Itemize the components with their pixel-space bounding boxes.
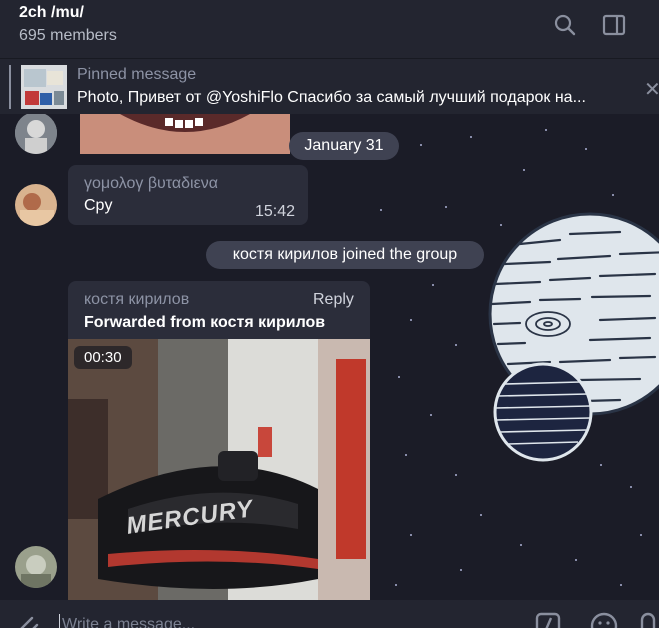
message-input[interactable] [60,614,464,628]
sidebar-toggle-icon[interactable] [601,12,627,38]
date-separator: January 31 [289,132,399,160]
pinned-message-bar[interactable]: Pinned message Photo, Привет от @YoshiFl… [0,58,659,114]
forwarded-label[interactable]: Forwarded from костя кирилов [84,314,325,332]
video-duration: 00:30 [74,346,132,369]
avatar[interactable] [15,184,57,226]
commands-icon[interactable] [535,612,563,628]
pinned-indicator [9,65,11,109]
chat-area[interactable]: January 31 γομολογ βυταδιενα Cpy 15:42 к… [0,114,659,600]
service-message: костя кирилов joined the group [206,241,484,269]
member-count[interactable]: 695 members [19,27,117,45]
message-composer [0,600,659,628]
sender-name[interactable]: костя кирилов [84,291,189,309]
emoji-icon[interactable] [590,612,618,628]
pinned-title: Pinned message [77,66,197,83]
sender-name[interactable]: γομολογ βυταδιενα [84,175,218,193]
search-icon[interactable] [552,12,578,38]
message-bubble[interactable]: γομολογ βυταδιενα Cpy 15:42 [68,165,308,225]
previous-photo[interactable] [80,114,290,154]
avatar[interactable] [15,114,57,154]
video-thumbnail[interactable]: MERCURY 00:30 [68,339,370,600]
planet-illustration [488,212,659,462]
chat-title[interactable]: 2ch /mu/ [19,4,84,22]
pinned-text: Photo, Привет от @YoshiFlo Спасибо за са… [77,89,586,106]
message-text: Cpy [84,197,113,214]
avatar[interactable] [15,546,57,588]
message-time: 15:42 [255,203,296,220]
chat-header: 2ch /mu/ 695 members [0,0,659,58]
forwarded-message-bubble[interactable]: костя кирилов Reply Forwarded from костя… [68,281,370,600]
pinned-thumbnail [21,65,67,109]
close-icon[interactable]: ✕ [644,77,659,102]
microphone-icon[interactable] [640,612,659,628]
reply-button[interactable]: Reply [313,291,354,309]
attach-icon[interactable] [12,610,40,628]
